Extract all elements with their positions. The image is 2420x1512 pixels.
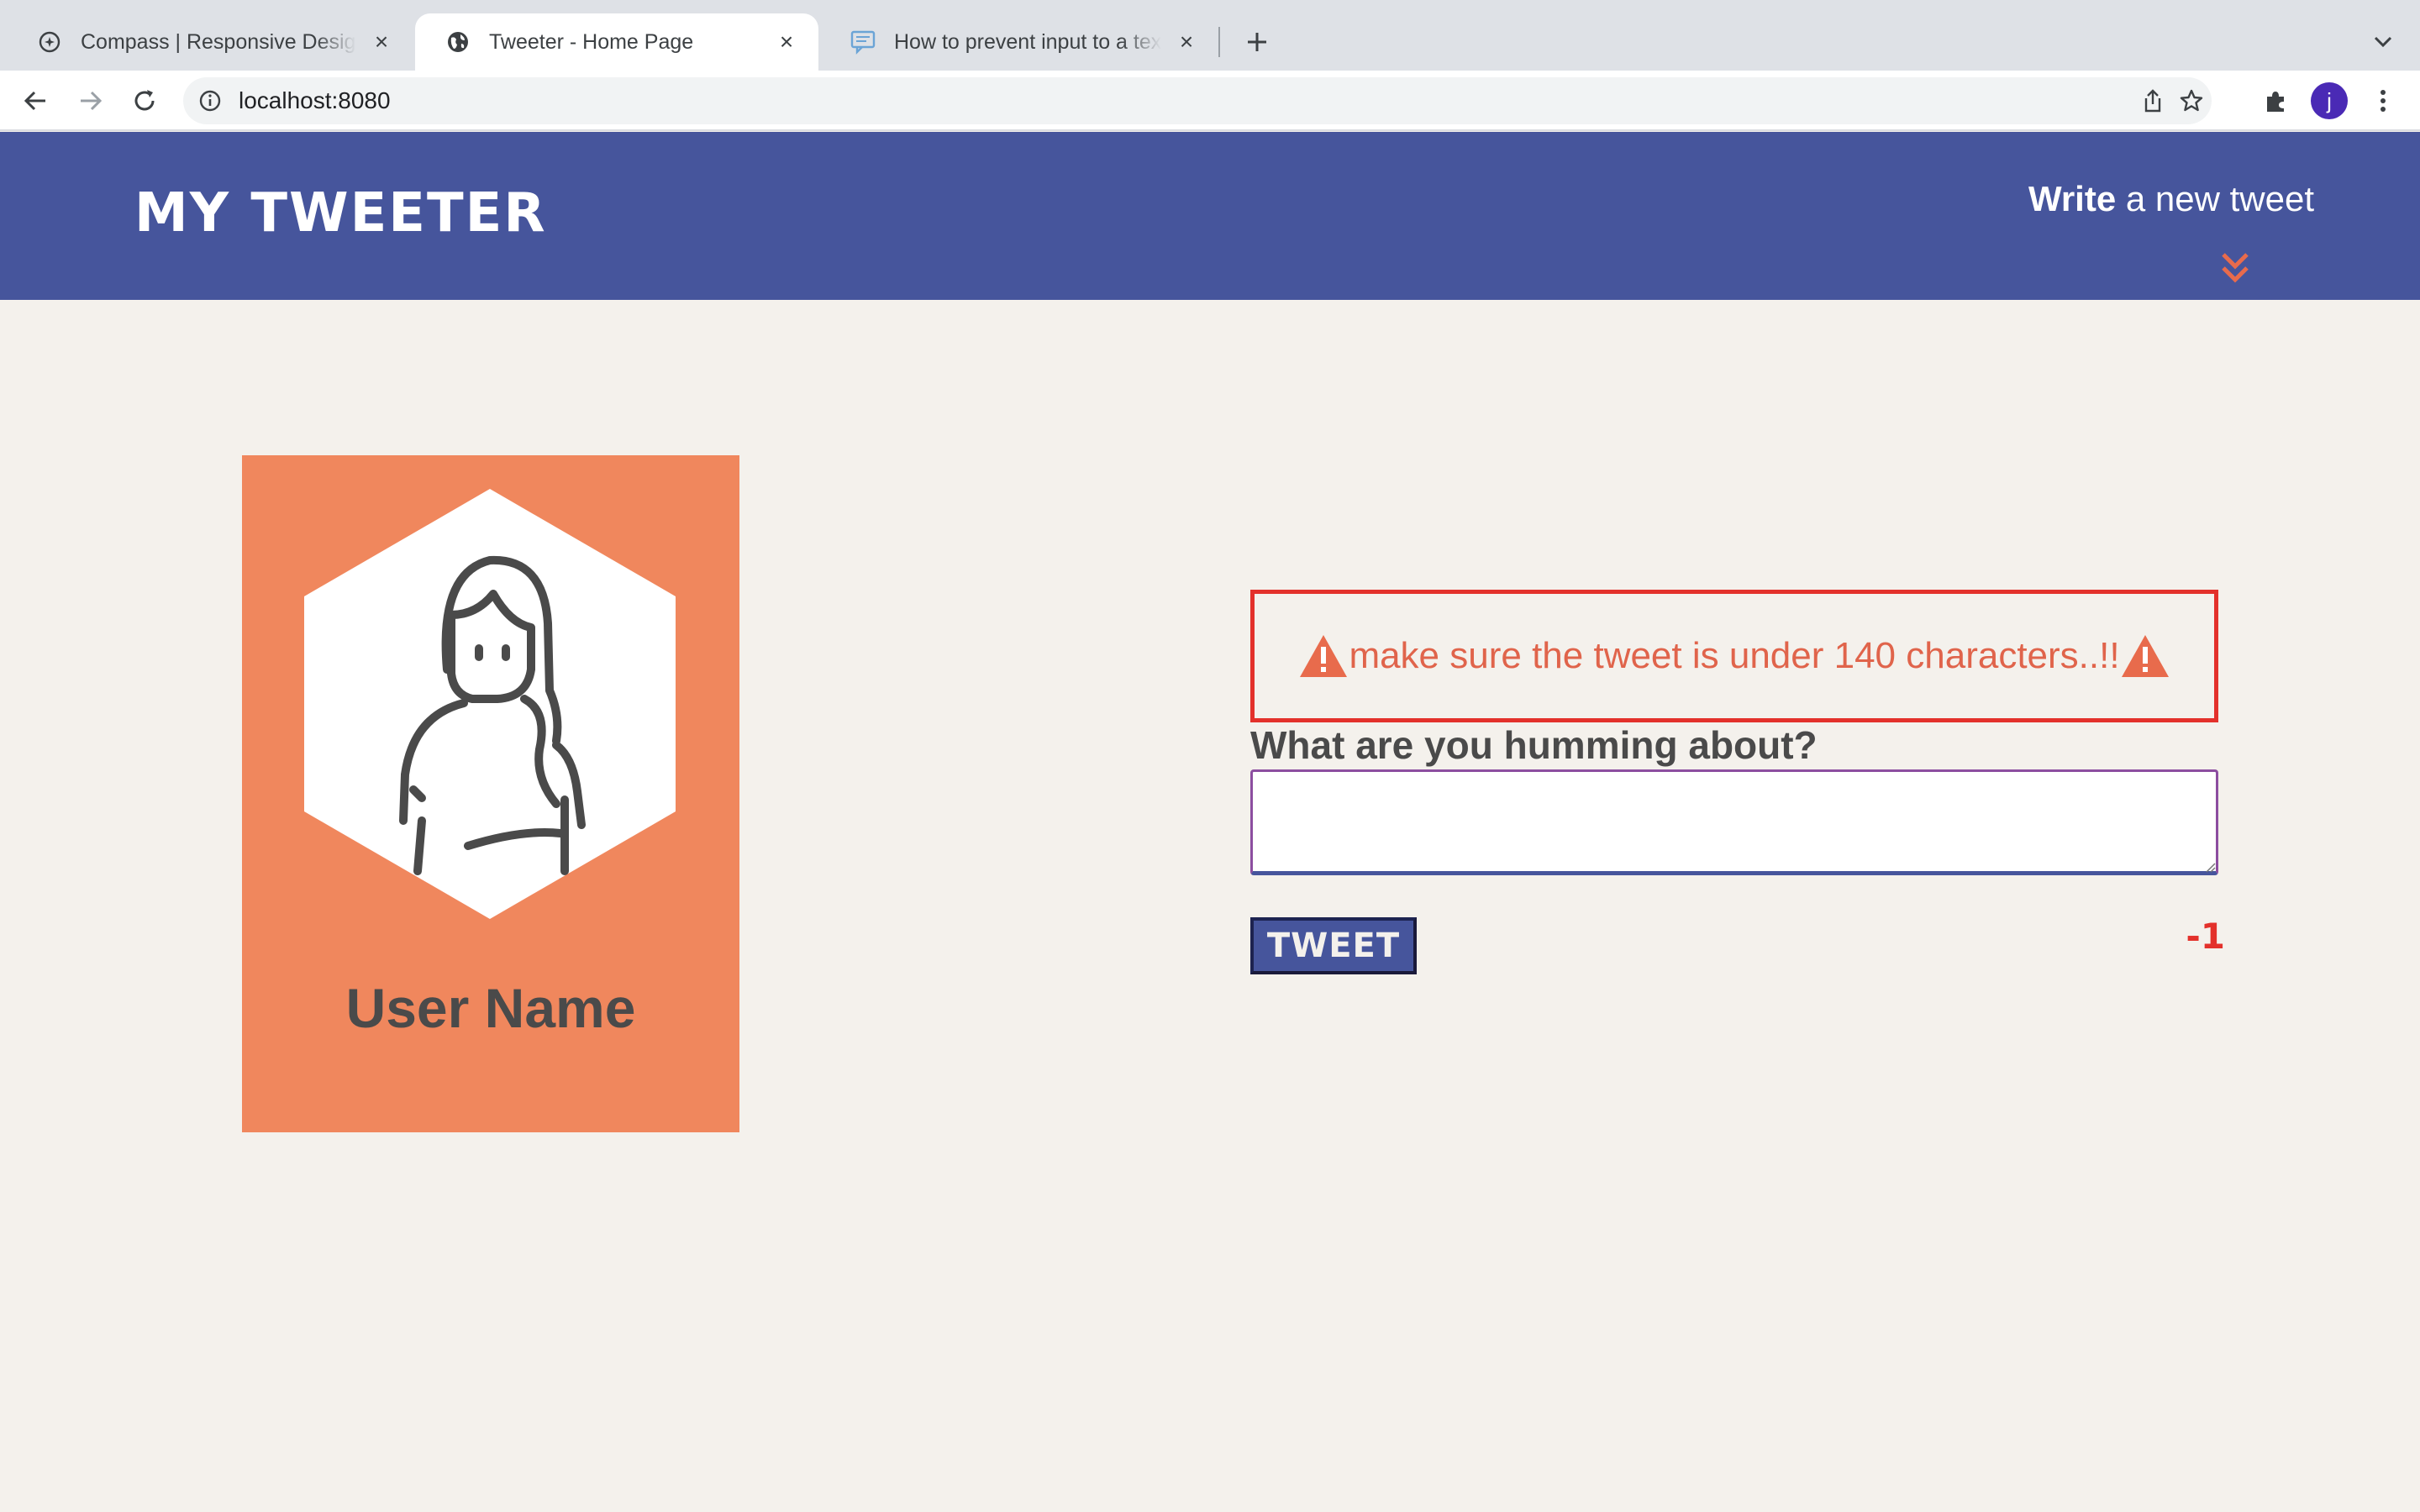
write-rest-text: a new tweet — [2116, 179, 2314, 218]
close-icon[interactable]: × — [775, 29, 798, 55]
write-bold-text: Write — [2028, 179, 2117, 218]
browser-menu-button[interactable] — [2366, 84, 2400, 118]
write-new-tweet-link[interactable]: Write a new tweet — [2028, 179, 2314, 219]
tab-title: Compass | Responsive Design — [81, 29, 356, 54]
tab-stackoverflow[interactable]: How to prevent input to a texta × — [820, 13, 1218, 71]
tab-title: Tweeter - Home Page — [489, 29, 694, 54]
browser-tabstrip: Compass | Responsive Design × Tweeter - … — [0, 0, 2420, 71]
more-vert-icon — [2381, 90, 2386, 112]
site-header: My Tweeter Write a new tweet — [0, 132, 2420, 300]
tab-search-button[interactable] — [2366, 25, 2400, 59]
error-message-text: make sure the tweet is under 140 charact… — [1349, 635, 2120, 676]
warning-icon — [1300, 635, 1348, 677]
reload-icon — [134, 90, 155, 111]
tab-compass[interactable]: Compass | Responsive Design × — [7, 13, 413, 71]
bookmark-star-icon[interactable] — [2176, 86, 2207, 116]
close-icon[interactable]: × — [1175, 29, 1198, 55]
user-name: User Name — [345, 977, 636, 1039]
brand-logo[interactable]: My Tweeter — [134, 182, 547, 244]
forward-arrow-icon — [81, 91, 103, 111]
tweet-button[interactable]: Tweet — [1250, 917, 1417, 974]
back-arrow-icon — [24, 91, 45, 111]
tweet-textarea[interactable]: cahahchajkchkachjchahjkahjhahcjhakjchhsc… — [1250, 769, 2218, 875]
url-text: localhost:8080 — [239, 87, 391, 113]
tab-separator — [1218, 27, 1220, 57]
new-tab-button[interactable] — [1240, 25, 1274, 59]
plus-icon — [1248, 33, 1266, 51]
tab-tweeter[interactable]: Tweeter - Home Page × — [415, 13, 818, 71]
user-avatar-icon — [304, 489, 676, 919]
back-button[interactable] — [18, 84, 52, 118]
globe-icon — [445, 29, 471, 55]
character-counter: -1 — [2186, 916, 2225, 957]
warning-icon — [2121, 635, 2169, 677]
chat-icon — [850, 29, 876, 55]
forward-button[interactable] — [74, 84, 108, 118]
chevron-down-icon — [2374, 36, 2392, 48]
reload-button[interactable] — [128, 84, 161, 118]
profile-card: User Name — [242, 455, 739, 1132]
tab-title: How to prevent input to a texta — [894, 29, 1161, 54]
resize-handle-icon[interactable] — [2203, 860, 2217, 874]
error-message-box: make sure the tweet is under 140 charact… — [1250, 590, 2218, 722]
address-bar[interactable]: localhost:8080 — [183, 77, 2212, 124]
tweet-label: What are you humming about? — [1250, 723, 1818, 767]
profile-avatar[interactable]: j — [2311, 82, 2348, 119]
share-icon[interactable] — [2138, 86, 2168, 116]
extensions-button[interactable] — [2259, 84, 2292, 118]
compass-icon — [37, 29, 62, 55]
info-icon[interactable] — [197, 87, 224, 114]
close-icon[interactable]: × — [370, 29, 393, 55]
double-chevron-down-icon[interactable] — [2218, 249, 2252, 286]
puzzle-icon — [2267, 92, 2284, 112]
browser-toolbar: localhost:8080 — [0, 71, 2420, 131]
